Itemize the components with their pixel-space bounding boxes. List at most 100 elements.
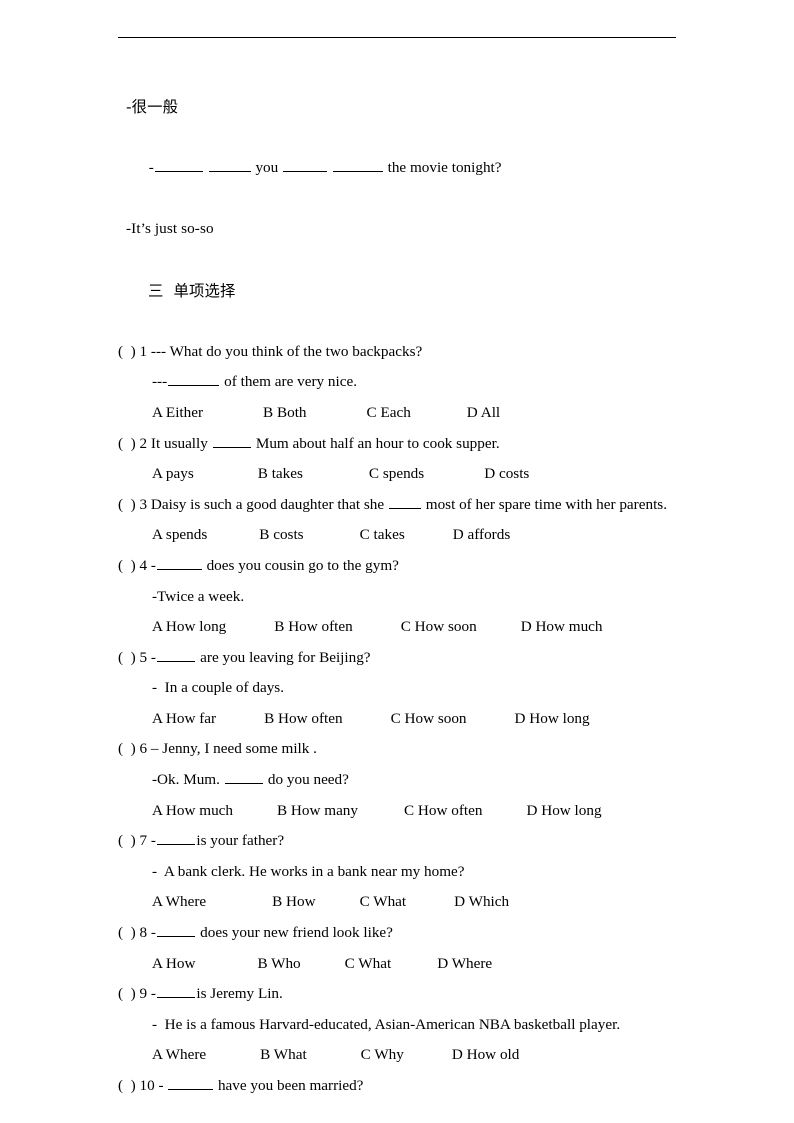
question-2-option-A[interactable]: A pays bbox=[152, 465, 194, 482]
question-4-subline-1: -Twice a week. bbox=[118, 582, 676, 613]
question-7-subline-1-text: - A bank clerk. He works in a bank near … bbox=[152, 862, 465, 880]
question-5-option-D[interactable]: D How long bbox=[515, 710, 590, 727]
question-1-option-A[interactable]: A Either bbox=[152, 404, 203, 421]
intro-response-line: -It’s just so-so bbox=[126, 220, 214, 238]
question-2-stem: ( ) 2 It usually Mum about half an hour … bbox=[118, 429, 676, 460]
question-9-option-C[interactable]: C Why bbox=[361, 1046, 404, 1063]
question-9-stem-text: ( ) 9 - bbox=[118, 985, 156, 1003]
question-4-subline-1-text: -Twice a week. bbox=[152, 587, 245, 605]
question-8-options: A How B Who C What D Where bbox=[118, 949, 676, 980]
question-6-option-A[interactable]: A How much bbox=[152, 802, 233, 819]
question-2-option-D[interactable]: D costs bbox=[484, 465, 529, 482]
question-5-subline-1: - In a couple of days. bbox=[118, 673, 676, 704]
question-3-stem-blank-1[interactable] bbox=[388, 494, 421, 509]
question-6-option-C[interactable]: C How often bbox=[404, 802, 482, 819]
intro-blank-3[interactable] bbox=[283, 157, 328, 173]
question-5-stem-text: ( ) 5 - bbox=[118, 648, 156, 666]
intro-blank-4[interactable] bbox=[332, 157, 383, 173]
question-7-option-B[interactable]: B How bbox=[272, 893, 315, 910]
question-3-option-C[interactable]: C takes bbox=[360, 526, 405, 543]
question-3-stem-text: most of her spare time with her parents. bbox=[421, 495, 667, 513]
question-3-stem: ( ) 3 Daisy is such a good daughter that… bbox=[118, 490, 676, 521]
question-6-option-B[interactable]: B How many bbox=[277, 802, 358, 819]
question-9-option-D[interactable]: D How old bbox=[452, 1046, 520, 1063]
question-4-option-C[interactable]: C How soon bbox=[401, 618, 477, 635]
question-10-stem-text: ( ) 10 - bbox=[118, 1077, 168, 1094]
question-4-option-D[interactable]: D How much bbox=[521, 618, 603, 635]
question-6-stem-text: ( ) 6 – Jenny, I need some milk . bbox=[118, 740, 317, 758]
question-1-stem: ( ) 1 --- What do you think of the two b… bbox=[118, 337, 676, 368]
question-8-stem-blank-1[interactable] bbox=[156, 922, 196, 938]
question-5-subline-1-text: - In a couple of days. bbox=[152, 679, 285, 697]
question-2-stem-text: ( ) 2 It usually bbox=[118, 434, 212, 452]
question-6-subline-1-blank-1[interactable] bbox=[224, 769, 264, 785]
question-1-subline-1-blank-1[interactable] bbox=[168, 371, 220, 387]
question-9-options: A Where B What C Why D How old bbox=[118, 1040, 676, 1071]
section-title: 单项选择 bbox=[173, 281, 236, 300]
intro-question-prefix: - bbox=[148, 159, 154, 177]
intro-blank-2[interactable] bbox=[208, 157, 251, 173]
question-9-subline-1: - He is a famous Harvard-educated, Asian… bbox=[118, 1010, 676, 1041]
question-2-option-B[interactable]: B takes bbox=[258, 465, 303, 482]
question-list: ( ) 1 --- What do you think of the two b… bbox=[118, 337, 676, 1102]
question-10-stem-blank-1[interactable] bbox=[168, 1075, 214, 1090]
question-8-option-C[interactable]: C What bbox=[345, 955, 392, 972]
question-3-option-A[interactable]: A spends bbox=[152, 526, 207, 543]
question-9-option-B[interactable]: B What bbox=[260, 1046, 307, 1063]
question-7-option-D[interactable]: D Which bbox=[454, 893, 509, 910]
intro-question-suffix: the movie tonight? bbox=[383, 159, 502, 177]
intro-blank-1[interactable] bbox=[154, 157, 203, 173]
question-8-option-B[interactable]: B Who bbox=[257, 955, 300, 972]
question-5-option-B[interactable]: B How often bbox=[264, 710, 342, 727]
question-4-option-B[interactable]: B How often bbox=[274, 618, 352, 635]
question-1-option-C[interactable]: C Each bbox=[367, 404, 411, 421]
question-5-option-C[interactable]: C How soon bbox=[391, 710, 467, 727]
question-5-option-A[interactable]: A How far bbox=[152, 710, 216, 727]
question-3-stem-text: ( ) 3 Daisy is such a good daughter that… bbox=[118, 495, 388, 513]
question-7-stem-blank-1[interactable] bbox=[156, 830, 196, 846]
document-body: -很一般 - you the movie tonight? -It’s just… bbox=[118, 92, 676, 1102]
question-5-stem: ( ) 5 - are you leaving for Beijing? bbox=[118, 643, 676, 674]
header-rule bbox=[118, 37, 676, 38]
question-1-option-B[interactable]: B Both bbox=[263, 404, 306, 421]
question-7-option-A[interactable]: A Where bbox=[152, 893, 206, 910]
question-6-option-D[interactable]: D How long bbox=[526, 802, 601, 819]
question-5-stem-blank-1[interactable] bbox=[156, 647, 196, 662]
question-4-options: A How long B How often C How soon D How muc… bbox=[118, 612, 676, 643]
question-4-stem-text: ( ) 4 - bbox=[118, 556, 156, 574]
question-9-stem-blank-1[interactable] bbox=[156, 983, 196, 999]
intro-question-mid2 bbox=[328, 159, 332, 176]
question-7-option-C[interactable]: C What bbox=[360, 893, 407, 910]
question-9-subline-1-text: - He is a famous Harvard-educated, Asian… bbox=[152, 1015, 621, 1033]
question-1-subline-1-text: of them are very nice. bbox=[220, 373, 357, 391]
question-10-stem-text: have you been married? bbox=[214, 1077, 364, 1094]
question-4-stem-text: does you cousin go to the gym? bbox=[202, 556, 399, 574]
question-7-stem-text: ( ) 7 - bbox=[118, 832, 156, 850]
question-8-stem-text: ( ) 8 - bbox=[118, 924, 156, 942]
question-7-subline-1: - A bank clerk. He works in a bank near … bbox=[118, 857, 676, 888]
question-3-option-B[interactable]: B costs bbox=[259, 526, 303, 543]
question-1-subline-1-text: --- bbox=[152, 373, 168, 391]
question-7-stem-text: is your father? bbox=[196, 832, 285, 850]
question-3-option-D[interactable]: D affords bbox=[453, 526, 511, 543]
question-6-options: A How much B How many C How often D How lon… bbox=[118, 796, 676, 827]
question-6-subline-1-text: do you need? bbox=[264, 771, 349, 789]
question-8-option-D[interactable]: D Where bbox=[437, 955, 492, 972]
question-2-stem-text: Mum about half an hour to cook supper. bbox=[252, 434, 500, 452]
question-4-stem-blank-1[interactable] bbox=[156, 555, 202, 570]
question-3-options: A spends B costs C takes D affords bbox=[118, 520, 676, 551]
question-1-option-D[interactable]: D All bbox=[467, 404, 500, 421]
intro-answer-line: -很一般 bbox=[126, 98, 179, 116]
question-4-option-A[interactable]: A How long bbox=[152, 618, 226, 635]
question-2-stem-blank-1[interactable] bbox=[212, 433, 252, 448]
question-7-options: A Where B How C What D Which bbox=[118, 887, 676, 918]
question-1-options: A Either B Both C Each D All bbox=[118, 398, 676, 429]
question-4-stem: ( ) 4 - does you cousin go to the gym? bbox=[118, 551, 676, 582]
question-6-subline-1: -Ok. Mum. do you need? bbox=[118, 765, 676, 796]
question-9-option-A[interactable]: A Where bbox=[152, 1046, 206, 1063]
question-9-stem-text: is Jeremy Lin. bbox=[196, 985, 283, 1003]
question-8-option-A[interactable]: A How bbox=[152, 955, 195, 972]
question-6-stem: ( ) 6 – Jenny, I need some milk . bbox=[118, 734, 676, 765]
question-2-option-C[interactable]: C spends bbox=[369, 465, 424, 482]
question-8-stem: ( ) 8 - does your new friend look like? bbox=[118, 918, 676, 949]
